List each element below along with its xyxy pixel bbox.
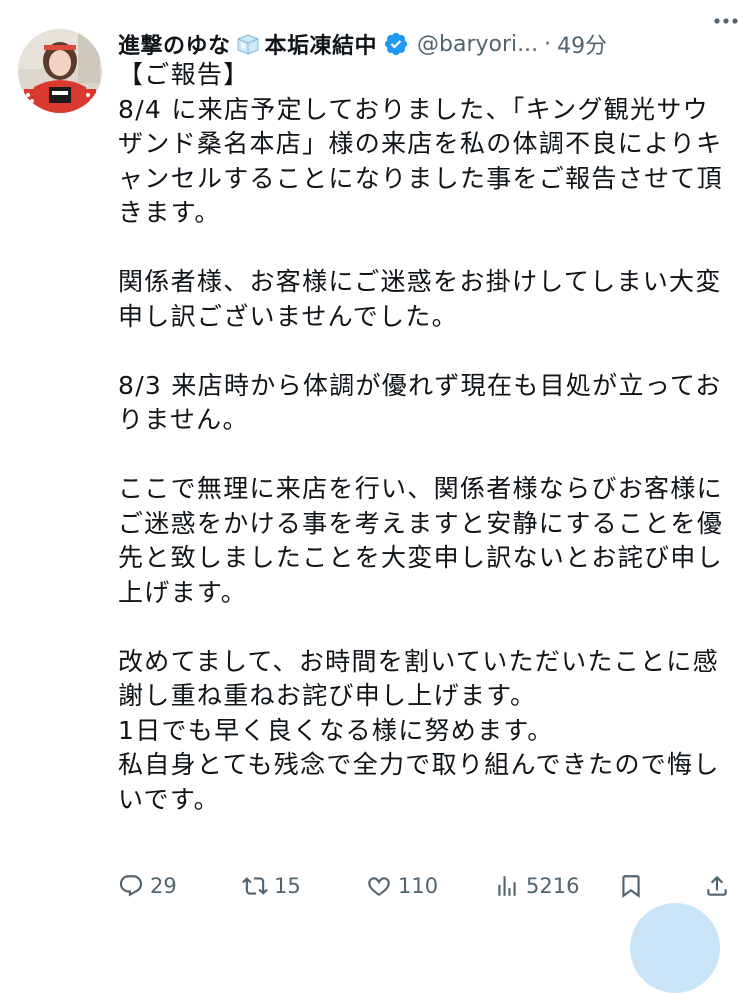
like-count: 110 [398, 874, 439, 898]
tweet-text: 【ご報告】 8/4 に来店予定しておりました、「キング観光サウザンド桑名本店」様… [118, 60, 724, 814]
user-handle[interactable]: @baryori... [417, 32, 538, 57]
reply-icon [119, 875, 143, 897]
tweet[interactable]: 進撃のゆな 本垢凍結中 @baryori... · 49分 【ご報告】 8/4 … [0, 0, 749, 993]
avatar[interactable] [18, 29, 102, 113]
reply-button[interactable]: 29 [118, 868, 177, 904]
share-button[interactable] [704, 868, 736, 904]
share-icon [707, 875, 727, 896]
retweet-button[interactable]: 15 [242, 868, 301, 904]
more-icon[interactable] [711, 6, 741, 36]
display-name-suffix[interactable]: 本垢凍結中 [265, 28, 378, 60]
retweet-icon [242, 877, 268, 895]
reply-count: 29 [150, 874, 177, 898]
ice-cube-icon [235, 33, 261, 55]
views-count: 5216 [526, 874, 580, 898]
action-bar: 29 15 110 5216 [118, 868, 738, 904]
bookmark-button[interactable] [618, 868, 650, 904]
compose-button[interactable] [630, 903, 720, 993]
timestamp[interactable]: 49分 [557, 28, 607, 60]
views-icon [498, 876, 516, 896]
separator-dot: · [544, 31, 552, 57]
views-button[interactable]: 5216 [494, 868, 579, 904]
display-name[interactable]: 進撃のゆな [118, 28, 231, 60]
like-button[interactable]: 110 [366, 868, 438, 904]
bookmark-icon [622, 875, 640, 898]
retweet-count: 15 [274, 874, 301, 898]
like-icon [368, 877, 390, 896]
verified-badge-icon [383, 31, 409, 57]
